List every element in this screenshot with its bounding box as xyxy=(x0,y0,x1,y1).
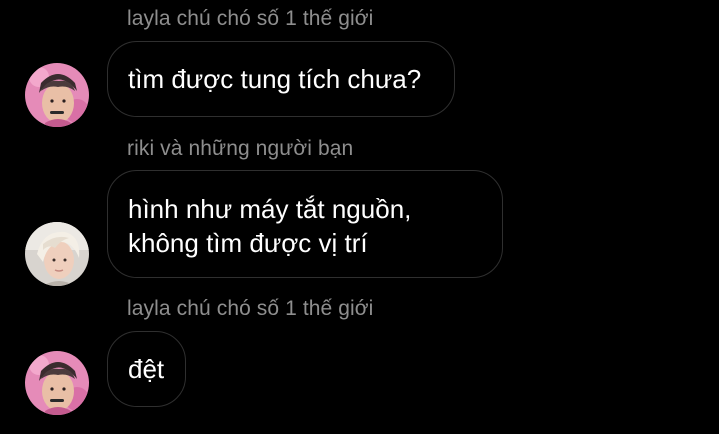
user-avatar[interactable] xyxy=(25,63,89,127)
user-avatar[interactable] xyxy=(25,351,89,415)
sender-name[interactable]: riki và những người bạn xyxy=(127,137,353,161)
light-avatar-icon xyxy=(25,222,89,286)
sender-name[interactable]: layla chú chó số 1 thế giới xyxy=(127,7,373,31)
pink-avatar-icon xyxy=(25,351,89,415)
message-bubble[interactable]: tìm được tung tích chưa? xyxy=(107,41,455,117)
message-text-line: không tìm được vị trí xyxy=(128,228,368,258)
user-avatar[interactable] xyxy=(25,222,89,286)
message-text: tìm được tung tích chưa? xyxy=(128,64,422,94)
message-text: đệt xyxy=(128,354,165,384)
message-bubble[interactable]: đệt xyxy=(107,331,186,407)
message-thread: layla chú chó số 1 thế giới tìm được tun… xyxy=(0,0,719,434)
message-text-line: hình như máy tắt nguồn, xyxy=(128,194,412,224)
message-bubble[interactable]: hình như máy tắt nguồn, không tìm được v… xyxy=(107,170,503,278)
pink-avatar-icon xyxy=(25,63,89,127)
sender-name[interactable]: layla chú chó số 1 thế giới xyxy=(127,297,373,321)
